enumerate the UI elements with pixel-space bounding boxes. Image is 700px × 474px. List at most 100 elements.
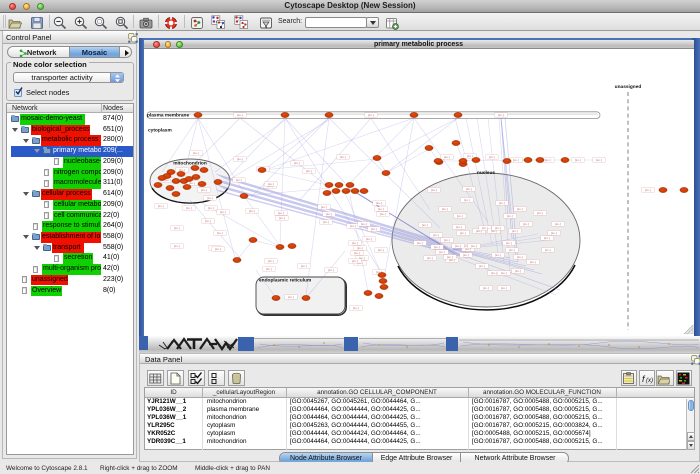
- svg-text:[xx..]: [xx..]: [288, 295, 294, 299]
- svg-text:[xx..]: [xx..]: [483, 286, 489, 290]
- svg-text:[xx..]: [xx..]: [352, 259, 358, 263]
- svg-text:unassigned: unassigned: [615, 84, 642, 90]
- svg-text:[xx..]: [xx..]: [361, 222, 367, 226]
- svg-text:[xx..]: [xx..]: [268, 259, 274, 263]
- svg-text:[xx..]: [xx..]: [378, 248, 384, 252]
- svg-text:[xx..]: [xx..]: [186, 206, 192, 210]
- svg-text:[xx..]: [xx..]: [447, 255, 453, 259]
- svg-text:[xx..]: [xx..]: [278, 211, 284, 215]
- svg-text:[xx..]: [xx..]: [530, 260, 536, 264]
- svg-text:[xx..]: [xx..]: [371, 227, 377, 231]
- svg-text:[xx..]: [xx..]: [306, 169, 312, 173]
- svg-text:[xx..]: [xx..]: [323, 220, 329, 224]
- svg-text:[xx..]: [xx..]: [506, 241, 512, 245]
- svg-text:[xx..]: [xx..]: [498, 113, 504, 117]
- svg-text:[xx..]: [xx..]: [523, 222, 529, 226]
- svg-text:[xx..]: [xx..]: [215, 247, 221, 251]
- svg-text:[xx..]: [xx..]: [268, 182, 274, 186]
- svg-text:[xx..]: [xx..]: [350, 224, 356, 228]
- svg-text:mitochondrion: mitochondrion: [173, 161, 207, 167]
- svg-text:[xx..]: [xx..]: [537, 211, 543, 215]
- svg-text:[xx..]: [xx..]: [545, 158, 551, 162]
- svg-text:[xx..]: [xx..]: [237, 157, 243, 161]
- svg-text:[xx..]: [xx..]: [439, 250, 445, 254]
- svg-text:[xx..]: [xx..]: [378, 207, 384, 211]
- svg-text:[xx..]: [xx..]: [489, 155, 495, 159]
- svg-text:[xx..]: [xx..]: [376, 201, 382, 205]
- svg-text:[xx..]: [xx..]: [279, 216, 285, 220]
- svg-text:[xx..]: [xx..]: [353, 306, 359, 310]
- svg-text:[xx..]: [xx..]: [507, 214, 513, 218]
- svg-text:[xx..]: [xx..]: [515, 269, 521, 273]
- svg-text:[xx..]: [xx..]: [460, 231, 466, 235]
- svg-text:[xx..]: [xx..]: [467, 154, 473, 158]
- svg-text:[xx..]: [xx..]: [217, 231, 223, 235]
- svg-text:[xx..]: [xx..]: [513, 158, 519, 162]
- svg-text:plasma membrane: plasma membrane: [147, 112, 189, 118]
- svg-text:[xx..]: [xx..]: [466, 187, 472, 191]
- svg-text:[xx..]: [xx..]: [434, 245, 440, 249]
- svg-text:[xx..]: [xx..]: [422, 223, 428, 227]
- svg-text:[xx..]: [xx..]: [354, 251, 360, 255]
- svg-text:nucleus: nucleus: [477, 170, 495, 176]
- svg-text:[xx..]: [xx..]: [645, 188, 651, 192]
- svg-text:cytoplasm: cytoplasm: [148, 128, 172, 134]
- svg-text:[xx..]: [xx..]: [444, 155, 450, 159]
- svg-text:[xx..]: [xx..]: [340, 155, 346, 159]
- svg-text:[xx..]: [xx..]: [596, 158, 602, 162]
- svg-text:(x): (x): [646, 378, 653, 384]
- svg-text:[xx..]: [xx..]: [294, 161, 300, 165]
- svg-text:[xx..]: [xx..]: [174, 226, 180, 230]
- svg-text:[xx..]: [xx..]: [457, 214, 463, 218]
- svg-text:[xx..]: [xx..]: [517, 207, 523, 211]
- svg-text:[xx..]: [xx..]: [417, 241, 423, 245]
- svg-text:[xx..]: [xx..]: [512, 229, 518, 233]
- svg-text:[xx..]: [xx..]: [491, 271, 497, 275]
- svg-text:[xx..]: [xx..]: [431, 188, 437, 192]
- svg-text:[xx..]: [xx..]: [495, 253, 501, 257]
- svg-text:[xx..]: [xx..]: [544, 236, 550, 240]
- svg-text:[xx..]: [xx..]: [501, 286, 507, 290]
- svg-text:[xx..]: [xx..]: [517, 255, 523, 259]
- svg-text:[xx..]: [xx..]: [471, 244, 477, 248]
- svg-text:[xx..]: [xx..]: [208, 206, 214, 210]
- svg-text:[xx..]: [xx..]: [463, 253, 469, 257]
- svg-text:[xx..]: [xx..]: [456, 225, 462, 229]
- svg-text:[xx..]: [xx..]: [201, 188, 207, 192]
- svg-text:[xx..]: [xx..]: [249, 209, 255, 213]
- svg-text:[xx..]: [xx..]: [555, 222, 561, 226]
- svg-text:[xx..]: [xx..]: [205, 219, 211, 223]
- svg-text:[xx..]: [xx..]: [352, 241, 358, 245]
- svg-text:[xx..]: [xx..]: [326, 212, 332, 216]
- svg-text:[xx..]: [xx..]: [193, 151, 199, 155]
- svg-text:[xx..]: [xx..]: [551, 231, 557, 235]
- svg-text:[xx..]: [xx..]: [464, 198, 470, 202]
- svg-text:[xx..]: [xx..]: [545, 248, 551, 252]
- svg-text:[xx..]: [xx..]: [207, 196, 213, 200]
- svg-text:[xx..]: [xx..]: [237, 113, 243, 117]
- svg-text:[xx..]: [xx..]: [442, 207, 448, 211]
- svg-text:[xx..]: [xx..]: [444, 238, 450, 242]
- svg-text:[xx..]: [xx..]: [427, 256, 433, 260]
- svg-text:[xx..]: [xx..]: [509, 248, 515, 252]
- svg-text:[xx..]: [xx..]: [501, 271, 507, 275]
- svg-text:[xx..]: [xx..]: [433, 233, 439, 237]
- svg-text:[xx..]: [xx..]: [479, 264, 485, 268]
- svg-text:[xx..]: [xx..]: [575, 158, 581, 162]
- svg-text:[xx..]: [xx..]: [380, 212, 386, 216]
- svg-text:[xx..]: [xx..]: [301, 264, 307, 268]
- svg-text:[xx..]: [xx..]: [482, 226, 488, 230]
- svg-text:[xx..]: [xx..]: [495, 226, 501, 230]
- svg-text:[xx..]: [xx..]: [366, 237, 372, 241]
- svg-text:[xx..]: [xx..]: [455, 244, 461, 248]
- svg-text:[xx..]: [xx..]: [328, 268, 334, 272]
- svg-text:[xx..]: [xx..]: [158, 204, 164, 208]
- svg-text:[xx..]: [xx..]: [499, 201, 505, 205]
- svg-text:[xx..]: [xx..]: [357, 246, 363, 250]
- svg-text:[xx..]: [xx..]: [174, 244, 180, 248]
- svg-text:[xx..]: [xx..]: [220, 210, 226, 214]
- svg-text:endoplasmic reticulum: endoplasmic reticulum: [259, 277, 311, 283]
- svg-text:[xx..]: [xx..]: [266, 267, 272, 271]
- svg-text:[xx..]: [xx..]: [236, 178, 242, 182]
- svg-text:[xx..]: [xx..]: [368, 113, 374, 117]
